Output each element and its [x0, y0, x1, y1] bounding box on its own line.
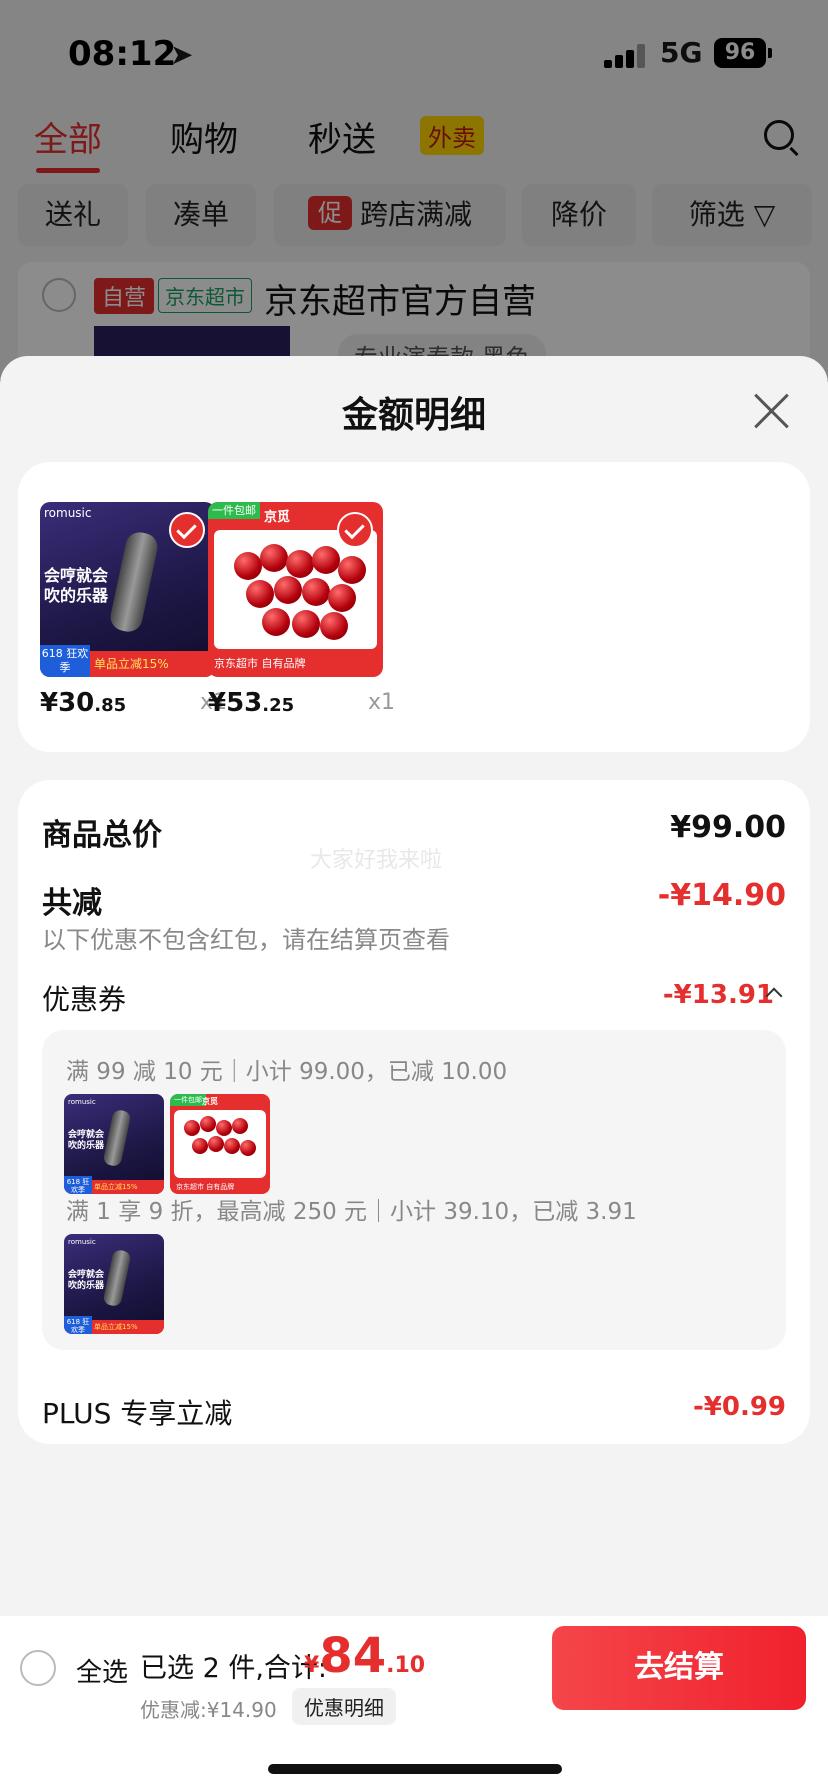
total-price-label: 商品总价 [42, 818, 162, 853]
product-image-logo: 京觅 [202, 1097, 218, 1106]
cherry-graphic [320, 612, 348, 640]
product-image-cherry: 一件包邮 京觅 京东超市 自有品牌 [208, 502, 383, 677]
coupon-detail-box: 满 99 减 10 元｜小计 99.00，已减 10.00 romusic 会哼… [42, 1030, 786, 1350]
product-image-brand: romusic [68, 1238, 96, 1246]
cherry-graphic [246, 580, 274, 608]
product-price: ¥53.25 [208, 688, 294, 718]
coupon-product-thumb: romusic 会哼就会吹的乐器 单品立减15% 618 狂欢季 [64, 1094, 164, 1194]
selected-check-icon [169, 512, 205, 548]
product-image-caption: 会哼就会吹的乐器 [68, 1270, 105, 1291]
plus-discount-value: -¥0.99 [692, 1392, 786, 1422]
cherry-graphic [216, 1120, 232, 1136]
selected-check-icon [337, 512, 373, 548]
total-integer: 84 [319, 1628, 387, 1684]
coupon-rule: 满 1 享 9 折，最高减 250 元｜小计 39.10，已减 3.91 [66, 1199, 637, 1225]
price-integer: ¥30 [40, 688, 95, 718]
product-item[interactable]: romusic 会哼就会吹的乐器 单品立减15% 618 狂欢季 ¥30.85 … [40, 502, 227, 718]
product-image-brand: romusic [44, 506, 92, 520]
product-image-harmonica: romusic 会哼就会吹的乐器 单品立减15% 618 狂欢季 [40, 502, 215, 677]
cherry-graphic [260, 544, 288, 572]
coupon-rule: 满 99 减 10 元｜小计 99.00，已减 10.00 [66, 1059, 508, 1085]
total-reduce-value: -¥14.90 [657, 878, 786, 913]
cherry-graphic [274, 576, 302, 604]
discount-note: 以下优惠不包含红包，请在结算页查看 [42, 926, 450, 954]
price-decimal: .85 [94, 695, 127, 716]
coupon-label[interactable]: 优惠券 [42, 978, 126, 1018]
product-image-band: 京东超市 自有品牌 [214, 657, 306, 670]
product-image-logo: 京觅 [264, 510, 291, 525]
product-item[interactable]: 一件包邮 京觅 京东超市 自有品牌 ¥53.25 x1 [208, 502, 395, 718]
product-price: ¥30.85 [40, 688, 126, 718]
cherry-graphic [200, 1116, 216, 1132]
amount-detail-sheet: 金额明细 romusic 会哼就会吹的乐器 单品立减15% 618 狂欢季 ¥3… [0, 356, 828, 1792]
coupon-product-thumb: romusic 会哼就会吹的乐器 单品立减15% 618 狂欢季 [64, 1234, 164, 1334]
product-image-tag: 一件包邮 [208, 502, 260, 519]
total-reduce-label: 共减 [42, 886, 102, 921]
close-icon[interactable] [752, 390, 792, 430]
product-image-618-badge: 618 狂欢季 [40, 645, 90, 677]
cherry-graphic [338, 556, 366, 584]
product-qty: x1 [367, 690, 395, 715]
product-image-caption: 会哼就会吹的乐器 [44, 566, 109, 605]
cherry-graphic [312, 546, 340, 574]
price-decimal: .25 [262, 695, 295, 716]
total-yen: ¥ [304, 1653, 320, 1678]
cherry-graphic [234, 552, 262, 580]
product-image-brand: romusic [68, 1098, 96, 1106]
cherry-graphic [286, 550, 314, 578]
product-image-tag: 一件包邮 [170, 1094, 206, 1106]
selected-products-card: romusic 会哼就会吹的乐器 单品立减15% 618 狂欢季 ¥30.85 … [18, 462, 810, 752]
checkout-bar: 全选 已选 2 件,合计: ¥84.10 优惠减:¥14.90 优惠明细 去结算 [0, 1616, 828, 1792]
coupon-value[interactable]: -¥13.91 [663, 980, 774, 1010]
cherry-graphic [184, 1120, 200, 1136]
price-integer: ¥53 [208, 688, 263, 718]
discount-summary: 优惠减:¥14.90 [140, 1698, 277, 1722]
cherry-graphic [192, 1138, 208, 1154]
watermark-text: 大家好我来啦 [310, 848, 443, 873]
plus-discount-label: PLUS 专享立减 [42, 1397, 233, 1430]
coupon-product-thumb: 一件包邮 京觅 京东超市 自有品牌 [170, 1094, 270, 1194]
cherry-graphic [208, 1136, 224, 1152]
checkout-button[interactable]: 去结算 [552, 1626, 806, 1710]
cherry-graphic [232, 1118, 248, 1134]
cherry-graphic [292, 610, 320, 638]
total-decimal: .10 [386, 1653, 426, 1678]
cherry-plate [174, 1110, 266, 1178]
product-image-618-badge: 618 狂欢季 [64, 1316, 92, 1334]
total-amount: ¥84.10 [304, 1628, 425, 1684]
cherry-graphic [262, 608, 290, 636]
select-all-radio[interactable] [20, 1650, 56, 1686]
microphone-graphic [107, 529, 161, 635]
home-indicator[interactable] [268, 1764, 562, 1774]
price-summary-card: 商品总价 ¥99.00 大家好我来啦 共减 -¥14.90 以下优惠不包含红包，… [18, 780, 810, 1444]
total-price-value: ¥99.00 [670, 810, 786, 845]
sheet-title: 金额明细 [341, 395, 486, 436]
product-image-caption: 会哼就会吹的乐器 [68, 1130, 105, 1151]
selected-count: 已选 2 件,合计: [140, 1653, 328, 1684]
select-all-label[interactable]: 全选 [76, 1652, 128, 1689]
cherry-graphic [224, 1138, 240, 1154]
cherry-graphic [240, 1140, 256, 1156]
cherry-graphic [328, 584, 356, 612]
cherry-graphic [302, 578, 330, 606]
discount-detail-button[interactable]: 优惠明细 [292, 1688, 396, 1725]
